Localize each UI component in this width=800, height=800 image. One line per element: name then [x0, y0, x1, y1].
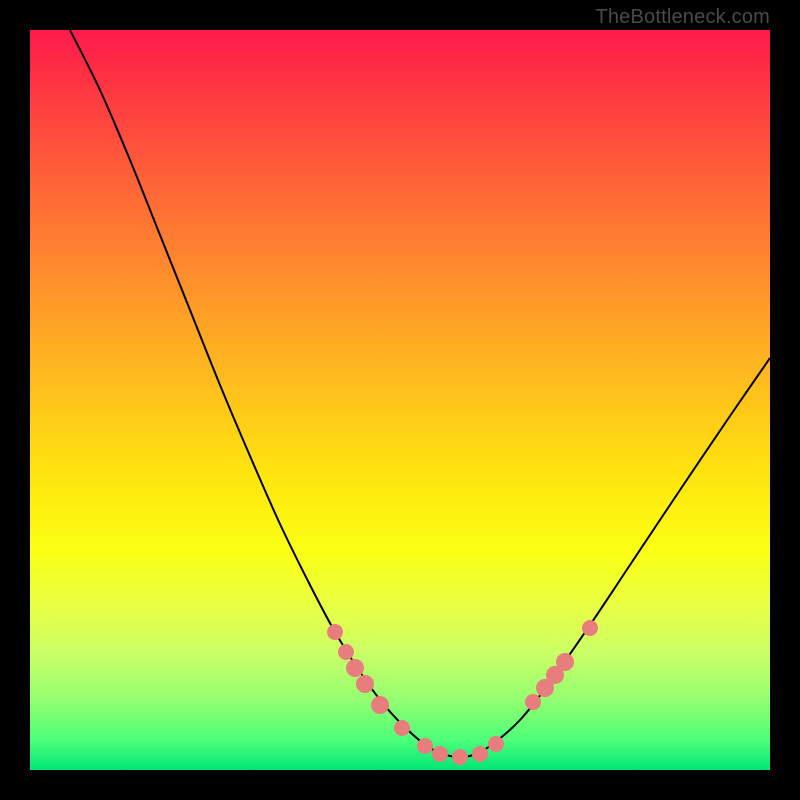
watermark-text: TheBottleneck.com: [595, 6, 770, 29]
curve-marker: [338, 644, 354, 660]
curve-marker: [432, 746, 448, 762]
curve-marker: [371, 696, 389, 714]
bottleneck-curve-svg: [30, 30, 770, 770]
curve-marker: [346, 659, 364, 677]
plot-area: [30, 30, 770, 770]
curve-layer: [70, 30, 770, 757]
curve-marker: [394, 720, 410, 736]
curve-marker: [356, 675, 374, 693]
curve-marker: [556, 653, 574, 671]
curve-marker: [472, 746, 488, 762]
chart-frame: TheBottleneck.com: [0, 0, 800, 800]
bottleneck-curve-path: [70, 30, 770, 757]
marker-layer: [327, 620, 598, 765]
curve-marker: [452, 749, 468, 765]
curve-marker: [488, 736, 504, 752]
curve-marker: [417, 738, 433, 754]
curve-marker: [525, 694, 541, 710]
curve-marker: [327, 624, 343, 640]
curve-marker: [582, 620, 598, 636]
